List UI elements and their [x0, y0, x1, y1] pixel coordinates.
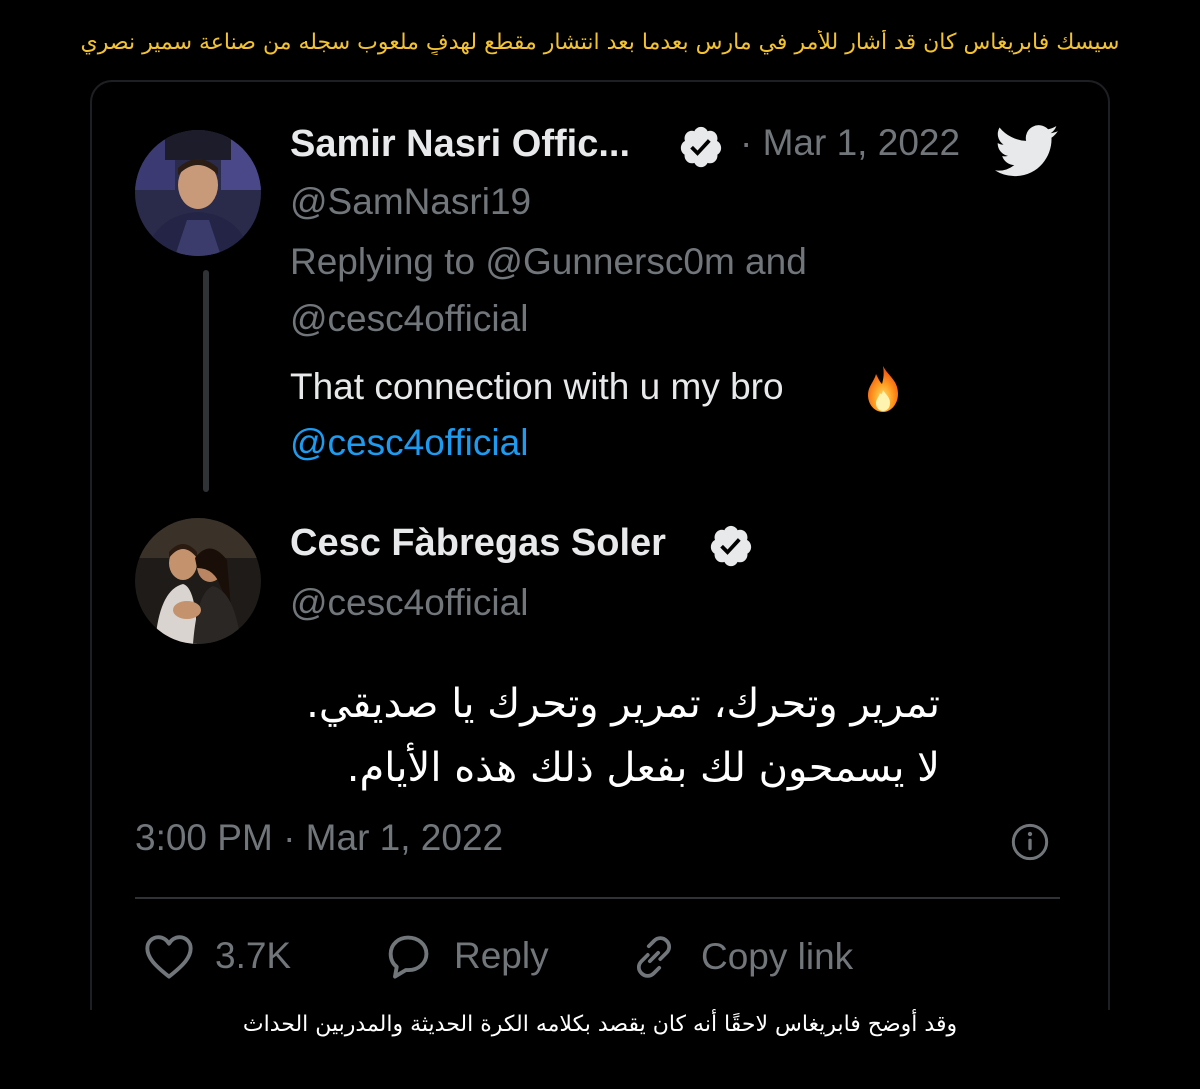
screenshot-page: سيسك فابريغاس كان قد أشار للأمر في مارس …: [0, 0, 1200, 1089]
cesc-fabregas-avatar[interactable]: [135, 518, 261, 644]
fire-emoji-icon: [868, 366, 898, 412]
verified-badge-icon: [680, 126, 722, 168]
main-author-name[interactable]: Cesc Fàbregas Soler: [290, 522, 666, 565]
reply-tweet-mention-link[interactable]: @cesc4official: [290, 422, 528, 464]
main-author-handle[interactable]: @cesc4official: [290, 582, 528, 624]
samir-nasri-avatar[interactable]: [135, 130, 261, 256]
like-button[interactable]: 3.7K: [143, 932, 291, 980]
bottom-caption: وقد أوضح فابريغاس لاحقًا أنه كان يقصد بك…: [242, 1012, 958, 1037]
main-tweet-text-line-2: لا يسمحون لك بفعل ذلك هذه الأيام.: [346, 745, 940, 791]
reply-author-name[interactable]: Samir Nasri Offic...: [290, 123, 630, 166]
top-caption: سيسك فابريغاس كان قد أشار للأمر في مارس …: [80, 30, 1120, 55]
twitter-bird-icon: [995, 125, 1059, 177]
like-count: 3.7K: [215, 935, 292, 976]
copy-link-label: Copy link: [701, 936, 854, 977]
thread-connector-line: [203, 270, 209, 492]
main-tweet-text: تمرير وتحرك، تمرير وتحرك يا صديقي. لا يس…: [140, 672, 940, 800]
replying-to-line[interactable]: Replying to @Gunnersc0m and: [290, 241, 807, 283]
main-tweet-text-line-1: تمرير وتحرك، تمرير وتحرك يا صديقي.: [306, 681, 940, 727]
replying-to-mention[interactable]: @cesc4official: [290, 298, 528, 340]
reply-author-handle[interactable]: @SamNasri19: [290, 181, 531, 223]
copy-link-button[interactable]: Copy link: [627, 932, 853, 982]
reply-tweet-text: That connection with u my bro: [290, 366, 784, 407]
info-icon[interactable]: [1010, 822, 1050, 862]
tweet-timestamp[interactable]: 3:00 PM · Mar 1, 2022: [135, 817, 503, 859]
reply-button[interactable]: Reply: [382, 932, 549, 980]
reply-date[interactable]: · Mar 1, 2022: [740, 122, 960, 164]
reply-bubble-icon: [388, 935, 429, 979]
reply-label: Reply: [454, 935, 549, 976]
link-icon: [636, 936, 672, 978]
verified-badge-icon: [710, 525, 752, 567]
heart-icon: [145, 935, 193, 979]
actions-divider: [135, 897, 1060, 899]
